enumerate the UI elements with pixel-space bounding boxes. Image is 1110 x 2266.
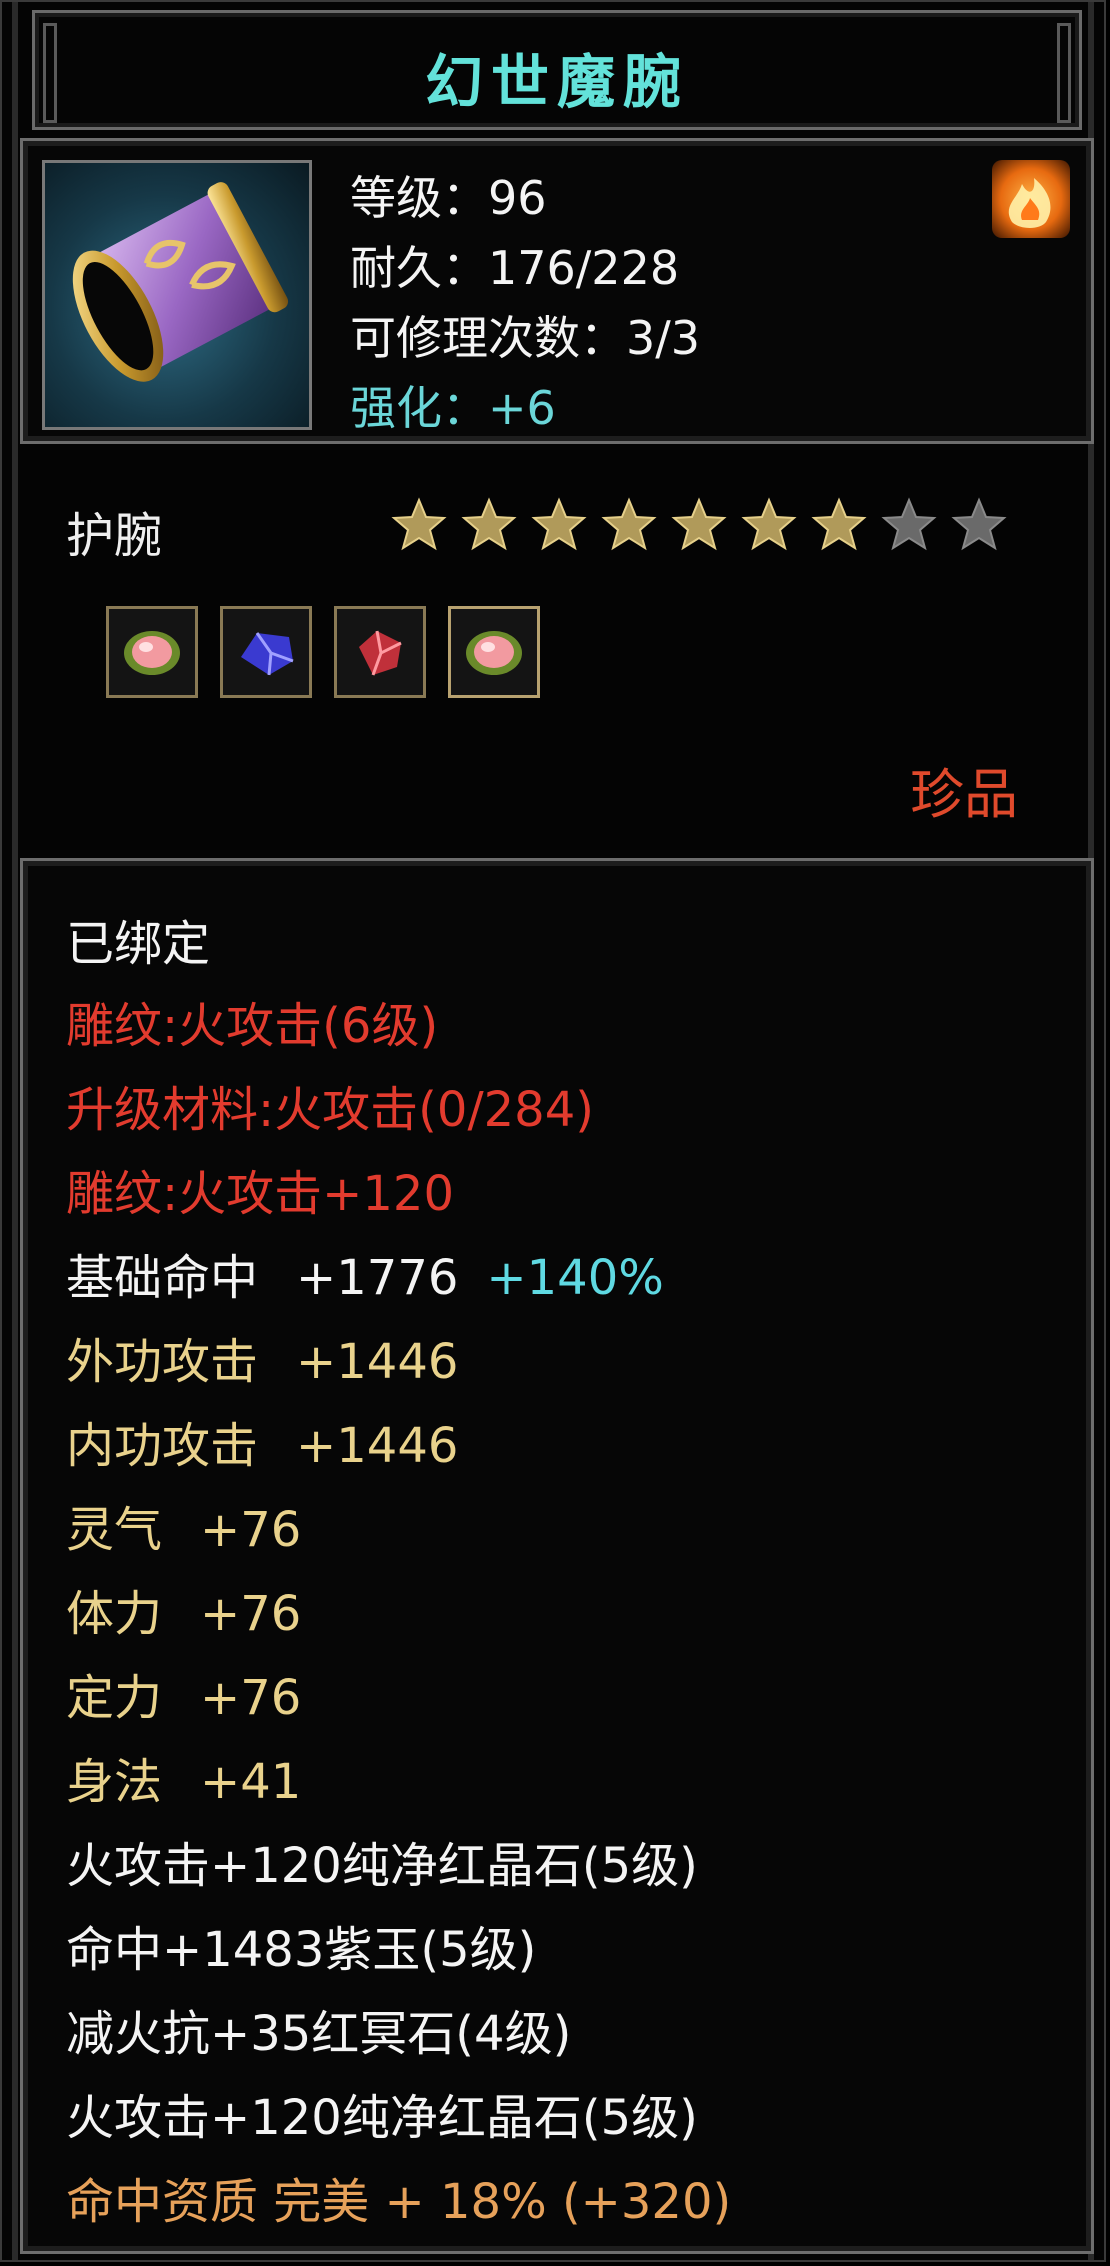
star-filled-icon (461, 497, 517, 551)
internal-attack-label: 内功攻击 (66, 1418, 259, 1474)
star-filled-icon (811, 497, 867, 551)
pink-gem-icon (106, 606, 198, 698)
spirit-stat: 灵气 +76 (66, 1502, 301, 1558)
durability-text: 耐久：176/228 (350, 241, 680, 295)
focus-label: 定力 (66, 1670, 163, 1726)
gem-effect-2: 命中+1483紫玉(5级) (66, 1922, 537, 1978)
red-gem-icon (334, 606, 426, 698)
vitality-stat: 体力 +76 (66, 1586, 301, 1642)
left-rail (12, 2, 18, 2260)
engrave-level: 雕纹:火攻击(6级) (66, 998, 439, 1054)
item-type: 护腕 (66, 508, 163, 564)
title-bar: 幻世魔腕 (32, 10, 1082, 130)
purple-bracer-icon (42, 160, 312, 430)
star-filled-icon (741, 497, 797, 551)
gem-effect-4: 火攻击+120纯净红晶石(5级) (66, 2090, 698, 2146)
enhance-text: 强化：+6 (350, 381, 556, 435)
focus-stat: 定力 +76 (66, 1670, 301, 1726)
star-empty-icon (951, 497, 1007, 551)
hit-bonus: +140% (486, 1250, 664, 1306)
star-filled-icon (391, 497, 447, 551)
fire-element-icon (992, 160, 1070, 238)
agility-value: +41 (200, 1754, 302, 1810)
spirit-label: 灵气 (66, 1502, 163, 1558)
spirit-value: +76 (200, 1502, 302, 1558)
star-filled-icon (671, 497, 727, 551)
vitality-value: +76 (200, 1586, 302, 1642)
external-attack-label: 外功攻击 (66, 1334, 259, 1390)
tooltip-frame: 幻世魔腕 等级：96 耐久：176/228 可修理次数：3/3 强化：+6 护腕… (0, 0, 1106, 2262)
star-filled-icon (531, 497, 587, 551)
agility-label: 身法 (66, 1754, 163, 1810)
gem-effect-3: 减火抗+35红冥石(4级) (66, 2006, 572, 2062)
star-filled-icon (601, 497, 657, 551)
external-attack-stat: 外功攻击 +1446 (66, 1334, 458, 1390)
blue-gem-icon (220, 606, 312, 698)
star-empty-icon (881, 497, 937, 551)
focus-value: +76 (200, 1670, 302, 1726)
gem-effect-1: 火攻击+120纯净红晶石(5级) (66, 1838, 698, 1894)
internal-attack-value: +1446 (296, 1418, 459, 1474)
hit-stat: 基础命中 +1776 +140% (66, 1250, 664, 1306)
level-text: 等级：96 (350, 171, 547, 225)
hit-value: +1776 (296, 1250, 459, 1306)
engrave-bonus: 雕纹:火攻击+120 (66, 1166, 455, 1222)
upgrade-material: 升级材料:火攻击(0/284) (66, 1082, 594, 1138)
item-name: 幻世魔腕 (424, 48, 689, 116)
vitality-label: 体力 (66, 1586, 163, 1642)
star-rating (390, 496, 1008, 554)
external-attack-value: +1446 (296, 1334, 459, 1390)
internal-attack-stat: 内功攻击 +1446 (66, 1418, 458, 1474)
quality-label: 珍品 (910, 763, 1018, 826)
hit-aptitude: 命中资质 完美 + 18% (+320) (66, 2174, 732, 2230)
bound-status: 已绑定 (66, 916, 211, 972)
repair-count-text: 可修理次数：3/3 (350, 311, 701, 365)
hit-label: 基础命中 (66, 1250, 259, 1306)
gem-slots (106, 606, 540, 698)
agility-stat: 身法 +41 (66, 1754, 301, 1810)
pink-gem-icon (448, 606, 540, 698)
